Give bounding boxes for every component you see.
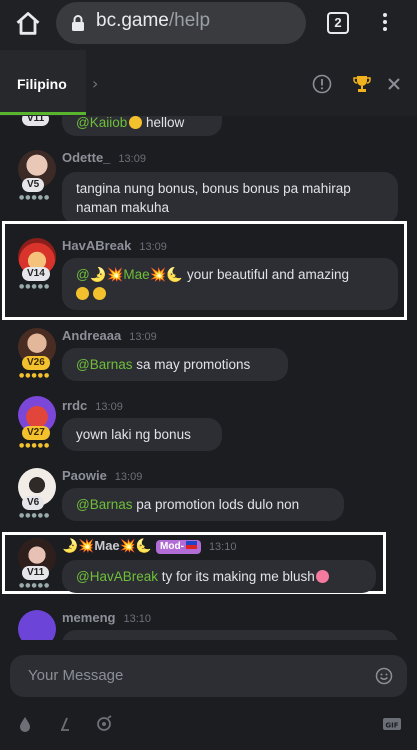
lock-icon <box>72 15 84 31</box>
message-bubble: yown laki ng bonus <box>62 418 222 451</box>
username[interactable]: Paowie 13:09 <box>62 468 142 483</box>
gif-icon[interactable]: GIF <box>382 715 402 733</box>
level-badge: V14 <box>22 267 50 281</box>
username-text: HavABreak <box>62 238 132 253</box>
level-progress: ●●●●● <box>19 582 51 589</box>
blush-emoji-icon <box>315 570 329 583</box>
message-bubble: @Kaiiob hellow <box>62 116 222 136</box>
level-badge: V11 <box>22 566 50 580</box>
message-text: hellow <box>142 116 185 130</box>
chevron-right-icon[interactable]: › <box>92 74 98 93</box>
mention[interactable]: @Kaiiob <box>76 116 127 130</box>
address-bar[interactable]: bc.game/help <box>56 2 306 44</box>
message-input-placeholder: Your Message <box>28 667 124 684</box>
slash-command-icon[interactable] <box>56 715 74 733</box>
active-tab-underline <box>0 112 86 115</box>
timestamp: 13:09 <box>114 471 143 483</box>
message-text: ty for its making me blush <box>157 569 315 584</box>
emoji-picker-icon[interactable] <box>375 667 393 685</box>
timestamp: 13:09 <box>95 401 123 413</box>
username[interactable]: 🌛💥Mae💥🌜 Mod- 13:10 <box>62 538 236 554</box>
username-text: memeng <box>62 610 116 625</box>
message-text: pa promotion lods dulo non <box>132 497 300 512</box>
message-text: yown laki ng bonus <box>76 427 191 442</box>
level-progress: ●●●●● <box>19 283 51 290</box>
chat-header: Filipino › <box>0 50 417 116</box>
message-bubble: @🌛💥Mae💥🌜 your beautiful and amazing <box>62 258 398 310</box>
rocket-icon[interactable] <box>95 715 113 733</box>
username[interactable]: memeng 13:10 <box>62 610 151 625</box>
home-icon[interactable] <box>14 10 42 38</box>
message-text: your beautiful and amazing <box>183 267 350 282</box>
level-badge: V11 <box>22 116 50 126</box>
username[interactable]: rrdc 13:09 <box>62 398 123 413</box>
message-bubble: tangina nung bonus, bonus bonus pa mahir… <box>62 172 398 224</box>
more-menu-icon[interactable] <box>380 10 390 36</box>
mod-badge-label: Mod- <box>160 541 184 552</box>
username-text: Andreaaa <box>62 328 122 343</box>
close-icon[interactable] <box>385 75 403 93</box>
composer-toolbar: GIF <box>0 705 417 750</box>
username-text: Paowie <box>62 468 107 483</box>
message-input[interactable]: Your Message <box>10 655 407 697</box>
flag-icon <box>185 541 197 549</box>
tab-count-button[interactable]: 2 <box>327 12 349 34</box>
level-progress: ●●●●● <box>19 442 51 449</box>
message-bubble <box>62 630 398 640</box>
username-text: rrdc <box>62 398 88 413</box>
info-icon[interactable] <box>312 74 332 94</box>
grin-emoji-icon <box>92 287 106 300</box>
timestamp: 13:10 <box>208 541 237 553</box>
url-path: /help <box>168 10 211 31</box>
message-text: sa may promotions <box>132 357 251 372</box>
username[interactable]: Andreaaa 13:09 <box>62 328 157 343</box>
mention[interactable]: @Barnas <box>76 497 132 512</box>
language-label: Filipino <box>17 76 67 92</box>
timestamp: 13:09 <box>118 153 146 165</box>
timestamp: 13:10 <box>123 613 151 625</box>
username-text: Odette_ <box>62 150 111 165</box>
emoji-icon <box>129 116 143 129</box>
level-progress: ●●●●● <box>19 512 51 519</box>
level-progress: ●●●●● <box>19 372 51 379</box>
message-bubble: @HavABreak ty for its making me blush <box>62 560 376 593</box>
level-badge: V6 <box>22 496 45 510</box>
message-text: tangina nung bonus, bonus bonus pa mahir… <box>76 181 351 215</box>
username-text: 🌛💥Mae💥🌜 <box>62 538 153 553</box>
grin-emoji-icon <box>76 287 89 300</box>
drop-icon[interactable] <box>16 715 34 733</box>
url-host: bc.game <box>96 10 169 31</box>
timestamp: 13:09 <box>139 241 167 253</box>
avatar[interactable] <box>18 610 56 640</box>
mention[interactable]: @HavABreak <box>76 569 158 584</box>
timestamp: 13:09 <box>129 331 157 343</box>
language-tab[interactable]: Filipino <box>0 50 86 116</box>
browser-toolbar: bc.game/help 2 <box>0 0 417 50</box>
svg-text:GIF: GIF <box>385 722 398 730</box>
username[interactable]: Odette_ 13:09 <box>62 150 146 165</box>
trophy-icon[interactable] <box>352 74 372 94</box>
level-badge: V27 <box>22 426 50 440</box>
mention[interactable]: @🌛💥Mae💥🌜 <box>76 267 183 282</box>
mention[interactable]: @Barnas <box>76 357 132 372</box>
level-badge: V5 <box>22 178 45 192</box>
url-text: bc.game/help <box>96 10 210 32</box>
message-bubble: @Barnas sa may promotions <box>62 348 288 381</box>
username[interactable]: HavABreak 13:09 <box>62 238 167 253</box>
message-list[interactable]: V11 @Kaiiob hellow V5 ●●●●● Odette_ 13:09… <box>0 116 417 640</box>
level-progress: ●●●●● <box>19 194 51 201</box>
mod-badge: Mod- <box>156 540 201 554</box>
level-badge: V26 <box>22 356 50 370</box>
message-bubble: @Barnas pa promotion lods dulo non <box>62 488 344 521</box>
